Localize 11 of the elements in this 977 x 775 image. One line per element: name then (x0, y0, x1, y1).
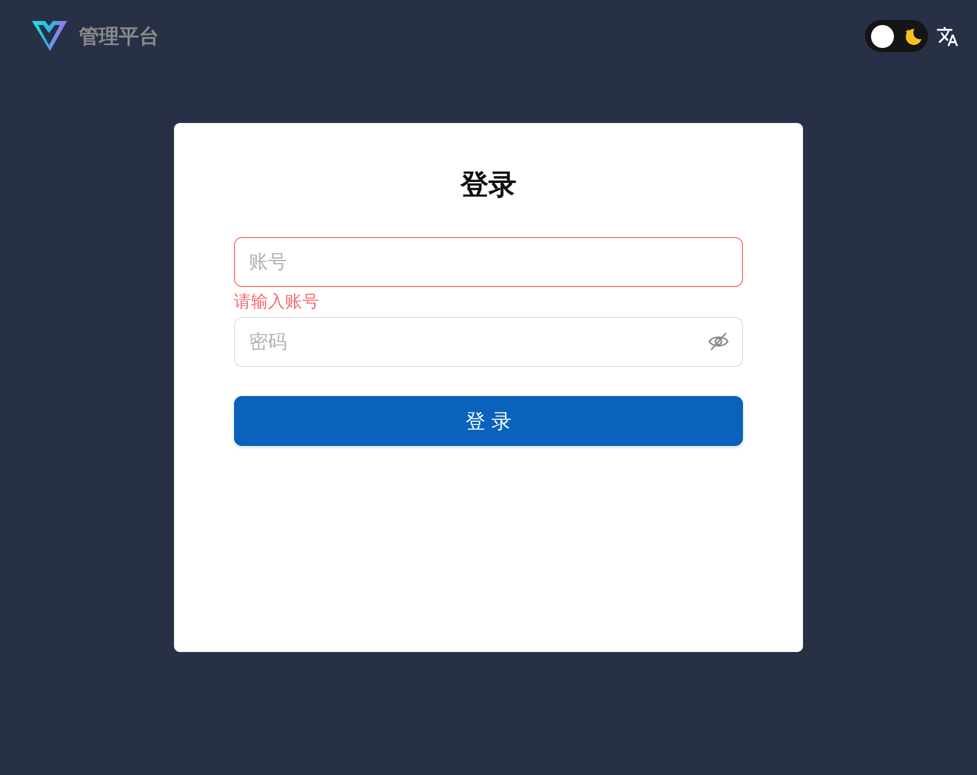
theme-toggle[interactable] (865, 20, 928, 52)
login-title: 登录 (460, 167, 516, 203)
account-field[interactable]: 账号 (234, 237, 743, 287)
eye-off-icon[interactable] (708, 331, 729, 352)
app-title: 管理平台 (79, 22, 159, 50)
logo-icon (32, 21, 67, 51)
translate-icon[interactable] (937, 26, 958, 46)
password-field[interactable]: 密码 (234, 317, 743, 367)
error-message: 请输入账号 (234, 291, 319, 314)
login-button[interactable]: 登 录 (234, 396, 743, 446)
toggle-knob-icon (871, 24, 894, 48)
